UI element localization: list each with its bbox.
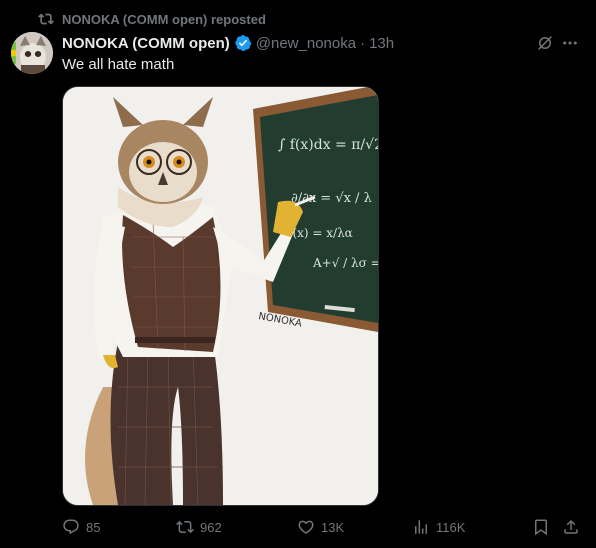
owl-teacher-illustration: ∫ f(x)dx = π/√2 ∂/∂x = √x / λ f(x) = x/λ… (63, 87, 378, 505)
bookmark-button[interactable] (532, 518, 550, 536)
like-count: 13K (321, 519, 345, 535)
tweet-text: We all hate math (62, 56, 175, 73)
more-icon (563, 41, 577, 45)
author-name[interactable]: NONOKA (COMM open) (62, 35, 230, 52)
views-button[interactable]: 116K (412, 518, 465, 536)
repost-banner-text: NONOKA (COMM open) reposted (62, 11, 266, 27)
repost-button[interactable]: 962 (176, 518, 222, 536)
board-line-2: ∂/∂x = √x / λ (291, 191, 372, 206)
board-line-3: f(x) = x/λα (288, 226, 353, 240)
grok-button[interactable] (535, 33, 555, 53)
avatar[interactable] (11, 32, 53, 74)
repost-icon (38, 13, 54, 25)
reply-count: 85 (86, 519, 101, 535)
repost-banner[interactable]: NONOKA (COMM open) reposted (38, 11, 266, 27)
board-line-1: ∫ f(x)dx = π/√2 (278, 137, 378, 153)
tweet-header: NONOKA (COMM open) @new_nonoka · 13h (62, 33, 394, 53)
avatar-image (11, 32, 53, 74)
like-button[interactable]: 13K (297, 518, 344, 536)
share-icon (564, 519, 578, 534)
bookmark-icon (535, 519, 547, 536)
author-handle[interactable]: @new_nonoka (256, 35, 356, 52)
tweet-time[interactable]: 13h (369, 35, 394, 52)
reply-button[interactable]: 85 (62, 518, 100, 536)
views-count: 116K (436, 519, 466, 535)
tweet-image[interactable]: ∫ f(x)dx = π/√2 ∂/∂x = √x / λ f(x) = x/λ… (62, 86, 379, 506)
reply-icon (63, 519, 79, 535)
heart-icon (298, 520, 314, 534)
repost-count: 962 (200, 519, 222, 535)
more-options-button[interactable] (560, 33, 580, 53)
meta-separator: · (360, 34, 366, 52)
repost-action-icon (176, 520, 194, 534)
views-chart-icon (415, 520, 427, 534)
grok-icon (538, 36, 552, 50)
share-button[interactable] (562, 518, 580, 536)
verified-badge-icon[interactable] (234, 34, 252, 52)
action-bar: 85 962 13K 116K (62, 515, 584, 539)
board-line-4: A+√ / λσ = C (312, 256, 378, 270)
